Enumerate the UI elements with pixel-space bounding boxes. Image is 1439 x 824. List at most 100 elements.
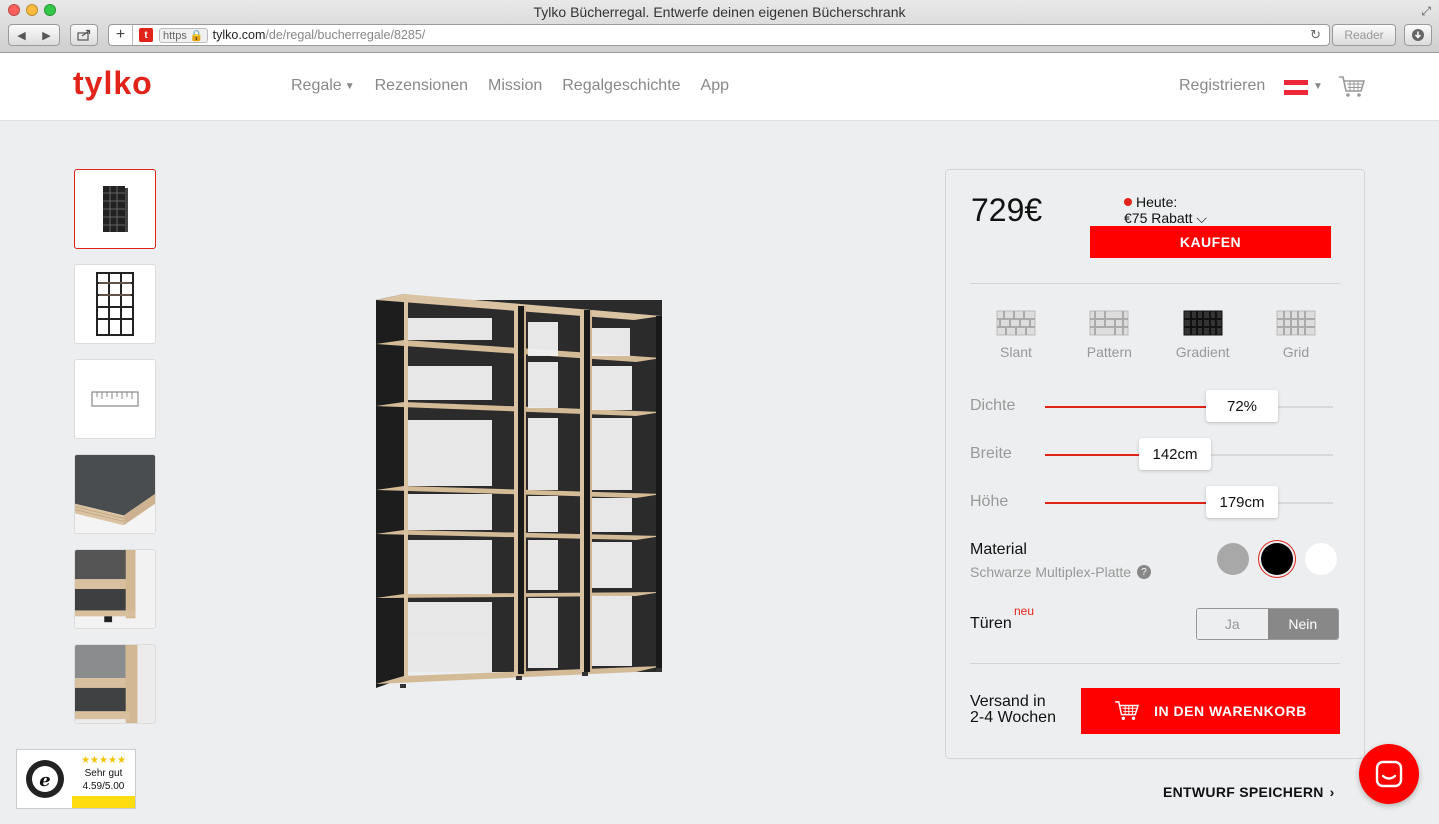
new-tab-plus-icon[interactable]: +	[109, 25, 133, 45]
reload-icon[interactable]: ↻	[1310, 27, 1321, 43]
thumbnail-dimensions[interactable]	[74, 359, 156, 439]
height-track[interactable]: 179cm	[1045, 486, 1333, 518]
new-badge: neu	[1014, 604, 1035, 618]
style-pattern-label: Pattern	[1086, 344, 1132, 360]
height-label: Höhe	[970, 493, 1009, 510]
nav-regale-label: Regale	[291, 77, 342, 94]
austria-flag-icon[interactable]	[1284, 80, 1308, 95]
thumbnail-foot-detail[interactable]	[74, 549, 156, 629]
buy-button[interactable]: KAUFEN	[1090, 226, 1331, 258]
main-nav: Regale ▼ Rezensionen Mission Regalgeschic…	[291, 77, 729, 95]
doors-yes-option[interactable]: Ja	[1197, 609, 1268, 639]
shelf-render-image	[376, 294, 662, 688]
today-label: Heute:	[1136, 194, 1178, 210]
window-title: Tylko Bücherregal. Entwerfe deinen eigen…	[533, 4, 906, 20]
add-to-cart-label: IN DEN WARENKORB	[1154, 703, 1307, 719]
site-header: tylko Regale ▼ Rezensionen Mission Regalg…	[0, 53, 1439, 121]
discount-dropdown[interactable]: €75 Rabatt ⌵	[1124, 210, 1207, 227]
doors-no-option[interactable]: Nein	[1267, 609, 1338, 639]
discount-label: €75 Rabatt	[1124, 210, 1193, 226]
width-label: Breite	[970, 445, 1012, 462]
shelf-3d-view[interactable]	[360, 280, 680, 700]
fullscreen-icon[interactable]: ⤢	[1421, 4, 1431, 19]
shelf-grid-thumbnail-icon	[96, 272, 134, 336]
slider-height: Höhe 179cm	[970, 486, 1340, 518]
site-favicon: t	[139, 28, 153, 42]
price: 729€	[971, 192, 1043, 228]
register-link[interactable]: Registrieren	[1179, 77, 1265, 95]
downloads-button[interactable]	[1404, 24, 1432, 46]
material-title: Material	[970, 541, 1027, 558]
trusted-shops-badge[interactable]: e ★★★★★ Sehr gut 4.59/5.00	[16, 749, 136, 809]
ruler-icon	[91, 391, 139, 407]
caret-down-icon: ▼	[344, 80, 355, 92]
nav-mission[interactable]: Mission	[488, 77, 542, 95]
shelf-thumbnail-icon	[103, 186, 128, 232]
tylko-logo[interactable]: tylko	[73, 65, 153, 102]
style-grid-label: Grid	[1282, 344, 1310, 360]
joint-closeup-image	[75, 645, 155, 723]
width-fill	[1045, 454, 1139, 456]
download-icon	[1412, 29, 1424, 41]
chat-button[interactable]	[1359, 744, 1419, 804]
density-track[interactable]: 72%	[1045, 390, 1333, 422]
swatch-grey[interactable]	[1217, 543, 1249, 575]
https-badge: https 🔒	[159, 27, 208, 43]
svg-text:e: e	[39, 770, 50, 791]
slider-density: Dichte 72%	[970, 390, 1340, 422]
nav-app[interactable]: App	[701, 77, 729, 95]
swatch-white[interactable]	[1305, 543, 1337, 575]
thumbnail-material-detail[interactable]	[74, 454, 156, 534]
https-label: https	[163, 29, 187, 42]
width-track[interactable]: 142cm	[1045, 438, 1333, 470]
history-nav: ◀ ▶	[8, 24, 60, 46]
back-arrow-icon[interactable]: ◀	[9, 29, 34, 42]
material-name: Schwarze Multiplex-Platte	[970, 564, 1132, 580]
add-to-cart-button[interactable]: IN DEN WARENKORB	[1081, 688, 1340, 734]
trust-rating: ★★★★★ Sehr gut 4.59/5.00	[72, 750, 135, 808]
help-icon[interactable]: ?	[1137, 565, 1152, 579]
style-gradient[interactable]: Gradient	[1163, 310, 1243, 360]
share-button[interactable]	[70, 24, 98, 46]
style-slant[interactable]: Slant	[976, 310, 1056, 360]
thumbnail-frontal-grid[interactable]	[74, 264, 156, 344]
style-selector: Slant Pattern Gradient Grid	[976, 310, 1336, 360]
shipping-info: Versand in 2-4 Wochen	[970, 694, 1056, 726]
cart-icon	[1115, 701, 1140, 720]
density-handle[interactable]: 72%	[1206, 390, 1278, 422]
reader-button[interactable]: Reader	[1332, 24, 1396, 46]
thumbnail-joint-detail[interactable]	[74, 644, 156, 724]
nav-regalgeschichte[interactable]: Regalgeschichte	[562, 77, 680, 95]
save-design-link[interactable]: ENTWURF SPEICHERN ›	[1163, 784, 1335, 800]
width-handle[interactable]: 142cm	[1139, 438, 1211, 470]
trust-yellow-bar	[72, 796, 135, 808]
header-cart-icon[interactable]	[1338, 75, 1366, 104]
density-fill	[1045, 406, 1206, 408]
style-gradient-label: Gradient	[1175, 344, 1230, 360]
chat-icon	[1375, 760, 1403, 788]
url-path: /de/regal/bucherregale/8285/	[265, 28, 426, 42]
divider	[970, 283, 1340, 284]
doors-toggle: Ja Nein	[1196, 608, 1339, 640]
language-caret-icon[interactable]: ▼	[1313, 81, 1323, 92]
material-closeup-image	[75, 455, 155, 533]
style-grid[interactable]: Grid	[1256, 310, 1336, 360]
chevron-right-icon: ›	[1329, 784, 1335, 800]
density-label: Dichte	[970, 397, 1016, 414]
nav-regale[interactable]: Regale ▼	[291, 77, 355, 95]
swatch-black-selected[interactable]	[1261, 543, 1293, 575]
lock-icon: 🔒	[189, 29, 204, 42]
share-icon	[77, 29, 91, 41]
nav-rezensionen[interactable]: Rezensionen	[375, 77, 468, 95]
height-handle[interactable]: 179cm	[1206, 486, 1278, 518]
promo-dot-icon	[1124, 198, 1132, 206]
height-fill	[1045, 502, 1206, 504]
pattern-style-icon	[1089, 310, 1129, 336]
thumbnail-front-view[interactable]	[74, 169, 156, 249]
style-pattern[interactable]: Pattern	[1069, 310, 1149, 360]
forward-arrow-icon[interactable]: ▶	[34, 29, 59, 42]
url-host: tylko.com	[212, 28, 266, 42]
trusted-shops-seal-icon: e	[17, 750, 72, 808]
browser-toolbar: ◀ ▶ + t https 🔒 tylko.com/de/regal/buche…	[0, 24, 1439, 48]
address-bar[interactable]: + t https 🔒 tylko.com/de/regal/bucherreg…	[108, 24, 1330, 46]
